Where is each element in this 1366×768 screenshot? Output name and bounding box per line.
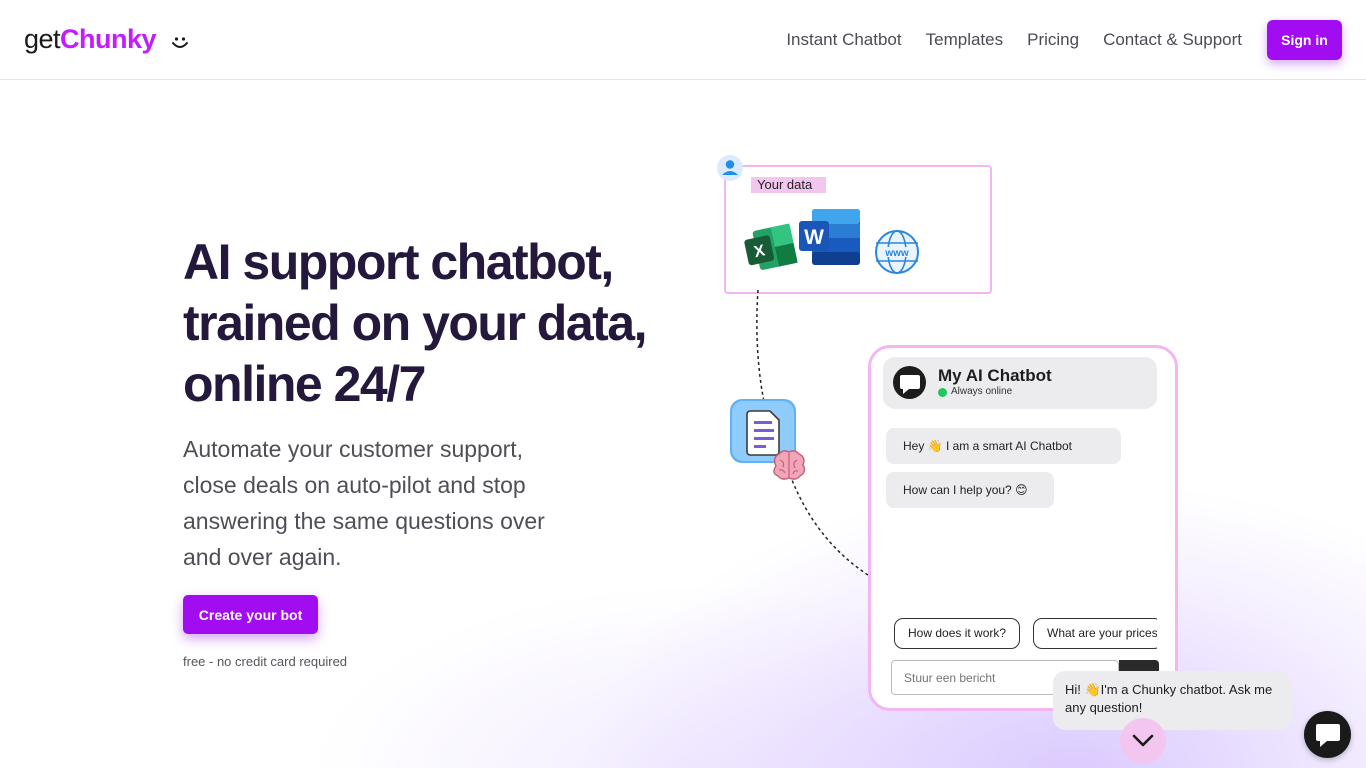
- online-status-text: Always online: [951, 386, 1013, 397]
- online-status-dot: [938, 388, 947, 397]
- bot-message: How can I help you? 😊: [886, 472, 1054, 508]
- smiley-icon: [172, 37, 188, 48]
- hero-title-line: trained on your data,: [183, 295, 648, 351]
- bot-avatar: [893, 366, 926, 399]
- bot-name: My AI Chatbot: [938, 366, 1052, 385]
- bot-message: Hey 👋 I am a smart AI Chatbot: [886, 428, 1121, 464]
- user-icon: [717, 155, 743, 181]
- chip-overflow-mask: [1157, 610, 1175, 658]
- suggestion-chip[interactable]: What are your prices?: [1033, 618, 1163, 649]
- chat-bubble-icon: [1315, 723, 1340, 747]
- hero-subtitle: Automate your customer support, close de…: [183, 436, 545, 570]
- hero-title-line: online 24/7: [183, 356, 426, 412]
- hero-title: AI support chatbot, trained on your data…: [183, 232, 703, 415]
- word-icon: W: [799, 209, 860, 265]
- brain-icon: [773, 450, 806, 480]
- excel-icon: X: [744, 223, 798, 270]
- chat-launcher-button[interactable]: [1304, 711, 1351, 758]
- chevron-down-icon: [1132, 734, 1154, 747]
- globe-icon: www: [875, 230, 919, 274]
- svg-text:W: W: [804, 226, 824, 249]
- svg-text:www: www: [884, 248, 909, 259]
- create-bot-button[interactable]: Create your bot: [183, 595, 318, 634]
- main-nav: Instant Chatbot Templates Pricing Contac…: [786, 30, 1242, 50]
- logo[interactable]: get Chunky: [24, 24, 157, 58]
- widget-collapse-button[interactable]: [1120, 718, 1166, 764]
- cta-note: free - no credit card required: [183, 654, 348, 669]
- sign-in-button[interactable]: Sign in: [1267, 20, 1342, 60]
- your-data-label: Your data: [751, 177, 827, 193]
- chatbot-preview: My AI Chatbot Always online Hey 👋 I am a…: [868, 345, 1178, 711]
- logo-get-text: get: [24, 24, 61, 54]
- nav-templates[interactable]: Templates: [926, 30, 1003, 50]
- chatbot-header: My AI Chatbot Always online: [883, 357, 1157, 409]
- nav-instant-chatbot[interactable]: Instant Chatbot: [786, 30, 901, 50]
- chat-bubble-icon: [900, 375, 920, 394]
- suggestion-chip[interactable]: How does it work?: [894, 618, 1021, 649]
- logo-chunky-text: Chunky: [60, 24, 157, 54]
- nav-pricing[interactable]: Pricing: [1027, 30, 1079, 50]
- nav-contact-support[interactable]: Contact & Support: [1103, 30, 1242, 50]
- hero-title-line: AI support chatbot,: [183, 234, 614, 290]
- widget-greeting-bubble[interactable]: Hi! 👋I'm a Chunky chatbot. Ask me any qu…: [1053, 671, 1291, 730]
- site-header: get Chunky Instant Chatbot Templates Pric…: [0, 0, 1366, 80]
